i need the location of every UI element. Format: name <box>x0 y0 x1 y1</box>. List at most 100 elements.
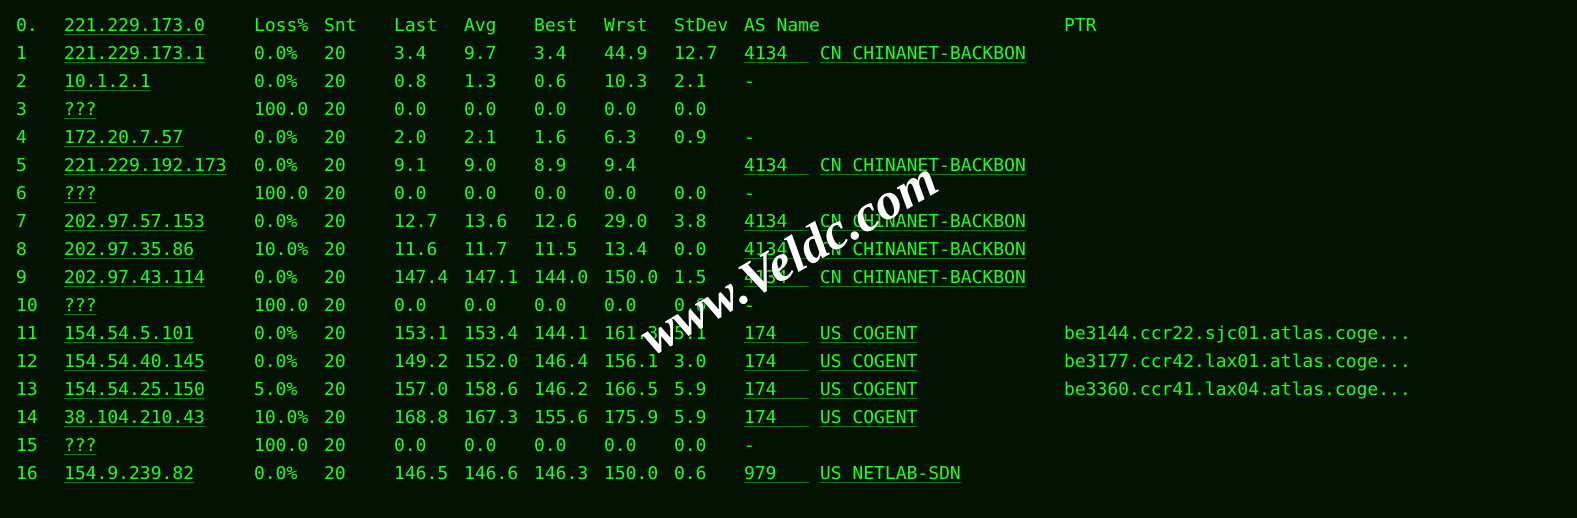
cell-ip[interactable]: 10.1.2.1 <box>64 68 254 96</box>
as-name[interactable]: CN CHINANET-BACKBON <box>820 211 1026 232</box>
cell-ptr <box>1064 180 1577 208</box>
cell-last: 0.8 <box>394 68 464 96</box>
cell-ptr: be3360.ccr41.lax04.atlas.coge... <box>1064 376 1577 404</box>
cell-ip[interactable]: 154.54.40.145 <box>64 348 254 376</box>
cell-hop: 12 <box>16 348 64 376</box>
table-row: 13154.54.25.1505.0%20157.0158.6146.2166.… <box>16 376 1577 404</box>
table-row: 8202.97.35.8610.0%2011.611.711.513.40.04… <box>16 236 1577 264</box>
as-name[interactable]: CN CHINANET-BACKBON <box>820 43 1026 64</box>
cell-best: 11.5 <box>534 236 604 264</box>
cell-loss: 0.0% <box>254 40 324 68</box>
cell-snt: 20 <box>324 236 394 264</box>
as-number[interactable]: 174 <box>744 351 809 372</box>
as-dash: - <box>744 435 755 456</box>
cell-stdev: 5.9 <box>674 376 744 404</box>
cell-snt: 20 <box>324 40 394 68</box>
as-name[interactable]: US COGENT <box>820 407 918 428</box>
cell-ip[interactable]: 202.97.35.86 <box>64 236 254 264</box>
as-number[interactable]: 174 <box>744 323 809 344</box>
cell-loss: 5.0% <box>254 376 324 404</box>
cell-ip[interactable]: ??? <box>64 96 254 124</box>
cell-ptr <box>1064 264 1577 292</box>
cell-as <box>744 96 1064 124</box>
cell-avg: 2.1 <box>464 124 534 152</box>
as-number[interactable]: 4134 <box>744 155 809 176</box>
cell-ip[interactable]: 38.104.210.43 <box>64 404 254 432</box>
as-number[interactable]: 979 <box>744 463 809 484</box>
cell-ip[interactable]: 202.97.43.114 <box>64 264 254 292</box>
cell-stdev: 0.0 <box>674 236 744 264</box>
cell-stdev: 0.0 <box>674 96 744 124</box>
cell-ip[interactable]: 154.54.5.101 <box>64 320 254 348</box>
cell-hop: 10 <box>16 292 64 320</box>
cell-as: - <box>744 124 1064 152</box>
cell-ip[interactable]: 172.20.7.57 <box>64 124 254 152</box>
as-number[interactable]: 4134 <box>744 43 809 64</box>
cell-last: 0.0 <box>394 432 464 460</box>
cell-snt: 20 <box>324 152 394 180</box>
cell-wrst: 175.9 <box>604 404 674 432</box>
cell-snt: 20 <box>324 292 394 320</box>
cell-avg: 0.0 <box>464 180 534 208</box>
cell-ptr <box>1064 40 1577 68</box>
cell-hop: 8 <box>16 236 64 264</box>
as-number[interactable]: 4134 <box>744 239 809 260</box>
as-number[interactable]: 174 <box>744 379 809 400</box>
as-number[interactable]: 4134 <box>744 267 809 288</box>
cell-best: 155.6 <box>534 404 604 432</box>
cell-as: 4134 CN CHINANET-BACKBON <box>744 236 1064 264</box>
cell-avg: 9.7 <box>464 40 534 68</box>
cell-wrst: 0.0 <box>604 96 674 124</box>
cell-snt: 20 <box>324 124 394 152</box>
as-dash: - <box>744 71 755 92</box>
cell-snt: 20 <box>324 68 394 96</box>
as-name[interactable]: CN CHINANET-BACKBON <box>820 239 1026 260</box>
cell-avg: 9.0 <box>464 152 534 180</box>
as-name[interactable]: US COGENT <box>820 323 918 344</box>
cell-hop: 6 <box>16 180 64 208</box>
as-name[interactable]: CN CHINANET-BACKBON <box>820 267 1026 288</box>
cell-as: 174 US COGENT <box>744 404 1064 432</box>
cell-best: 146.2 <box>534 376 604 404</box>
cell-wrst: 9.4 <box>604 152 674 180</box>
cell-wrst: 44.9 <box>604 40 674 68</box>
cell-ip[interactable]: ??? <box>64 432 254 460</box>
cell-best: 0.0 <box>534 292 604 320</box>
col-loss: Loss% <box>254 12 324 40</box>
as-name[interactable]: CN CHINANET-BACKBON <box>820 155 1026 176</box>
as-name[interactable]: US COGENT <box>820 351 918 372</box>
cell-ip[interactable]: 202.97.57.153 <box>64 208 254 236</box>
cell-loss: 10.0% <box>254 404 324 432</box>
cell-last: 12.7 <box>394 208 464 236</box>
cell-ip[interactable]: 154.54.25.150 <box>64 376 254 404</box>
as-name[interactable]: US COGENT <box>820 379 918 400</box>
cell-ptr <box>1064 460 1577 488</box>
cell-last: 9.1 <box>394 152 464 180</box>
cell-best: 0.0 <box>534 96 604 124</box>
cell-loss: 0.0% <box>254 320 324 348</box>
cell-hop: 2 <box>16 68 64 96</box>
cell-hop: 5 <box>16 152 64 180</box>
cell-snt: 20 <box>324 404 394 432</box>
cell-snt: 20 <box>324 376 394 404</box>
cell-best: 8.9 <box>534 152 604 180</box>
cell-stdev: 3.8 <box>674 208 744 236</box>
cell-ip[interactable]: 221.229.173.1 <box>64 40 254 68</box>
cell-loss: 0.0% <box>254 264 324 292</box>
cell-loss: 0.0% <box>254 152 324 180</box>
cell-as: - <box>744 292 1064 320</box>
cell-ip[interactable]: 221.229.192.173 <box>64 152 254 180</box>
cell-ptr <box>1064 124 1577 152</box>
cell-loss: 10.0% <box>254 236 324 264</box>
cell-best: 0.6 <box>534 68 604 96</box>
cell-ip[interactable]: 154.9.239.82 <box>64 460 254 488</box>
as-dash: - <box>744 127 755 148</box>
as-name[interactable]: US NETLAB-SDN <box>820 463 961 484</box>
cell-loss: 0.0% <box>254 460 324 488</box>
as-number[interactable]: 174 <box>744 407 809 428</box>
table-row: 3???100.0200.00.00.00.00.0 <box>16 96 1577 124</box>
as-number[interactable]: 4134 <box>744 211 809 232</box>
cell-stdev: 1.5 <box>674 264 744 292</box>
cell-ip[interactable]: ??? <box>64 292 254 320</box>
cell-ip[interactable]: ??? <box>64 180 254 208</box>
